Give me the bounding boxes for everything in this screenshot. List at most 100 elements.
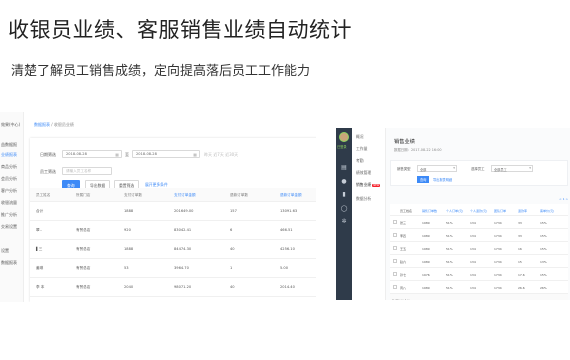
search-button[interactable]: 查询 [417, 176, 430, 183]
column-header[interactable]: 销售订单数 [422, 209, 437, 213]
row-checkbox[interactable] [393, 220, 397, 224]
table-cell: 157 [230, 209, 237, 213]
table-cell: 26.6 [518, 285, 525, 290]
table-cell: 翠.. [36, 228, 42, 232]
table-cell: 周八 [400, 285, 407, 290]
sidebar-item[interactable]: 客户分析 [1, 188, 17, 194]
sidebar-item-active[interactable]: 业绩报表 [1, 152, 17, 158]
chevron-down-icon: ▾ [529, 166, 531, 170]
column-header[interactable]: 个人退款(元) [470, 209, 487, 213]
table-cell: 1989 [422, 299, 430, 301]
row-checkbox[interactable] [393, 285, 397, 289]
table-row: 李四 1989 51% 134 1734 33 15% [390, 229, 568, 242]
chevron-down-icon: ▾ [453, 166, 455, 170]
breadcrumb-parent[interactable]: 数据报表 [34, 122, 50, 127]
export-detail-link[interactable]: 导出报表明细 [433, 177, 452, 182]
settings-icon[interactable]: ◯ [340, 205, 348, 213]
table-row: 周八 1989 51% 134 1734 26.6 26% [390, 281, 568, 294]
table-cell: 98071.20 [174, 285, 192, 289]
table-cell: 76 [518, 299, 522, 301]
date-start-input[interactable]: 2018-08-28 ▦ [62, 150, 122, 158]
date-filter-label: 日期筛选 [40, 152, 56, 157]
table-cell: 有赞总店 [76, 247, 91, 251]
calendar-icon: ▦ [193, 152, 197, 157]
row-checkbox[interactable] [393, 246, 397, 250]
table-cell: 3964.70 [174, 266, 189, 270]
left-main: 数据报表 / 收银员业绩 日期筛选 2018-08-28 ▦ 至 2018-08… [24, 112, 316, 302]
table-cell: 51% [446, 259, 453, 264]
chart-icon[interactable]: ▮ [340, 191, 348, 199]
sidebar-item[interactable]: 设置 [1, 248, 9, 254]
nav-item-active[interactable]: 销售业绩 NEW [356, 182, 381, 188]
sidebar-item[interactable]: 效果(中心) [1, 122, 20, 128]
table-cell: 51% [446, 233, 453, 238]
table-cell: 134 [470, 220, 476, 225]
table-row: 赵六 1989 51% 134 1734 15 13% [390, 255, 568, 268]
breadcrumb: 数据报表 / 收银员业绩 [34, 122, 74, 128]
table-row: 王五 1989 51% 134 1734 16 15% [390, 242, 568, 255]
table-row: 合计 1888 201649.00 157 13091.63 [30, 202, 316, 221]
table-cell: 有赞总店 [76, 285, 91, 289]
column-header[interactable]: 客单价(元) [540, 209, 554, 213]
column-header: 支付订单数 [124, 193, 142, 197]
sidebar-item[interactable]: 推广分析 [1, 212, 17, 218]
table-cell: 33 [518, 220, 522, 225]
column-header[interactable]: 支付订单金额 [174, 193, 196, 198]
date-end-input[interactable]: 2018-08-28 ▦ [132, 150, 200, 158]
table-cell: 40 [230, 285, 235, 289]
table-cell: 李 本 [36, 285, 45, 289]
staff-select[interactable]: 全部员工 ▾ [491, 165, 533, 172]
table-cell: 51% [446, 246, 453, 251]
table-cell: 15 [518, 259, 522, 264]
gear-icon[interactable]: ✲ [340, 218, 348, 226]
icon-sidebar: 已登录 ▤ ● ▮ ◯ ✲ [336, 128, 352, 300]
table-cell: 孙七 [400, 272, 407, 277]
table-cell: 26% [540, 285, 547, 290]
nav-item[interactable]: 考勤 [356, 158, 364, 164]
sidebar-item[interactable]: 益数据报 [1, 142, 17, 148]
table-cell: 1888 [124, 209, 134, 213]
table-total-row: 数据统计合计 1989 51% 13 1988 76 15% [390, 294, 568, 300]
sales-table: 员工姓名 销售订单数 个人订单(元) 个人退款(元) 团队订单 退款率 客单价(元) 张三 19… [390, 204, 568, 300]
row-checkbox[interactable] [393, 259, 397, 263]
column-header[interactable]: 退款订单金额 [280, 193, 302, 198]
row-checkbox[interactable] [393, 233, 397, 237]
nav-item[interactable]: 概况 [356, 134, 364, 140]
sidebar-item[interactable]: 收银流量 [1, 200, 17, 206]
table-cell: 有赞总店 [76, 266, 91, 270]
column-header[interactable]: 退款率 [518, 209, 527, 213]
table-cell: 15% [540, 246, 547, 251]
sidebar-item[interactable]: 会员分析 [1, 176, 17, 182]
table-cell: 201649.00 [174, 209, 194, 213]
row-checkbox[interactable] [393, 272, 397, 276]
table-cell: 2014.40 [280, 285, 295, 289]
table-cell: 83042.41 [174, 228, 192, 232]
sidebar-item[interactable]: 交易设置 [1, 224, 17, 230]
data-date: 数据日期：2017-08-22 16:00 [394, 148, 442, 152]
nav-item[interactable]: 数据分析 [356, 196, 371, 202]
avatar[interactable] [339, 132, 349, 142]
table-cell: 15% [540, 272, 547, 277]
nav-item[interactable]: 绩效管理 [356, 170, 371, 176]
cashier-report-screenshot: 效果(中心) 益数据报 业绩报表 商品分析 会员分析 客户分析 收银流量 推广分… [0, 112, 316, 302]
sidebar-item[interactable]: 商品分析 [1, 164, 17, 170]
table-cell: 2040 [124, 285, 134, 289]
nav-item[interactable]: 工作量 [356, 146, 367, 152]
pagination[interactable]: < 1 > [559, 197, 568, 201]
quick-ranges[interactable]: 昨天 近7天 近30天 [204, 152, 238, 158]
table-header: 员工姓名 所属门店 支付订单数 支付订单金额 退款订单数 退款订单金额 [30, 188, 316, 202]
sidebar-item[interactable]: 数据报表 [1, 260, 17, 266]
table-cell: 134 [470, 272, 476, 277]
cashier-table: 员工姓名 所属门店 支付订单数 支付订单金额 退款订单数 退款订单金额 合计 1888 2016… [30, 188, 316, 297]
table-cell: 134 [470, 259, 476, 264]
home-icon[interactable]: ▤ [340, 164, 348, 172]
user-icon[interactable]: ● [340, 178, 348, 186]
table-cell: 51% [446, 272, 453, 277]
column-header[interactable]: 团队订单 [494, 209, 506, 213]
table-cell: 6 [230, 228, 233, 232]
table-cell: 王五 [400, 246, 407, 251]
staff-search-input[interactable]: 请输入员工名称 [62, 167, 112, 175]
table-cell: 1734 [494, 220, 502, 225]
sales-type-select[interactable]: 全部 ▾ [417, 165, 457, 172]
column-header[interactable]: 个人订单(元) [446, 209, 463, 213]
